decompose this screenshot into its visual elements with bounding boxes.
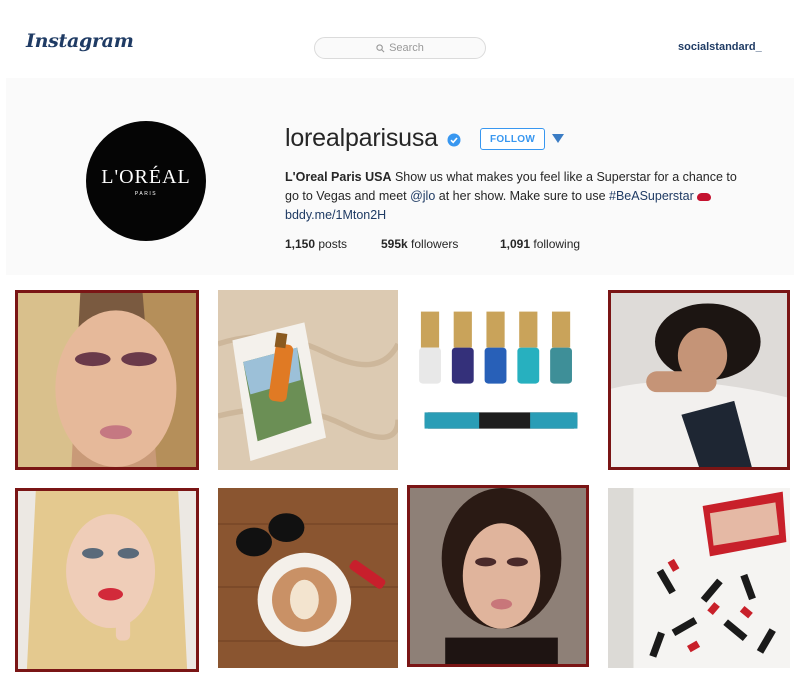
followers-count[interactable]: 595k followers	[381, 237, 458, 251]
bio-text-line2-mid: at her show. Make sure to use	[435, 189, 609, 203]
profile-avatar: L'ORÉAL PARIS	[86, 121, 206, 241]
search-placeholder: Search	[389, 42, 424, 54]
coffee-photo-icon	[218, 488, 398, 668]
top-navigation-bar: Instagram Search socialstandard_	[0, 0, 800, 78]
blanket-photo-icon	[611, 293, 787, 467]
bio-display-name: L'Oreal Paris USA	[285, 170, 392, 184]
post-thumbnail-6[interactable]	[218, 488, 398, 668]
post-thumbnail-5[interactable]	[15, 488, 199, 672]
posts-count: 1,150 posts	[285, 237, 348, 251]
portrait-photo-icon	[18, 491, 196, 669]
search-icon	[376, 43, 385, 52]
avatar-logo-subtext: PARIS	[134, 190, 158, 197]
profile-bio: L'Oreal Paris USA Show us what makes you…	[285, 168, 755, 225]
current-user-link[interactable]: socialstandard_	[678, 41, 762, 53]
avatar-logo-text: L'ORÉAL	[101, 165, 191, 188]
beach-photo-icon	[218, 290, 398, 470]
post-thumbnail-4[interactable]	[608, 290, 790, 470]
post-thumbnail-3[interactable]	[410, 290, 592, 470]
post-thumbnail-7[interactable]	[407, 485, 589, 667]
post-thumbnail-1[interactable]	[15, 290, 199, 470]
following-count[interactable]: 1,091 following	[500, 237, 580, 251]
follow-button[interactable]: FOLLOW	[480, 128, 545, 150]
bio-website-link[interactable]: bddy.me/1Mton2H	[285, 208, 386, 222]
bio-mention-link[interactable]: @jlo	[410, 189, 435, 203]
portrait-photo-icon	[18, 293, 196, 467]
chevron-down-icon[interactable]	[552, 134, 564, 143]
portrait-photo-icon	[410, 488, 586, 664]
bio-text-line1: Show us what makes you feel like a Super…	[391, 170, 737, 184]
post-thumbnail-8[interactable]	[608, 488, 790, 668]
lips-emoji-icon	[696, 192, 711, 201]
lipstick-photo-icon	[608, 488, 790, 668]
profile-username: lorealparisusa	[285, 124, 438, 152]
post-thumbnail-2[interactable]	[218, 290, 398, 470]
verified-badge-icon	[447, 133, 461, 147]
nail-polish-photo-icon	[410, 290, 592, 470]
bio-text-line2: go to Vegas and meet	[285, 189, 411, 203]
search-input[interactable]: Search	[314, 37, 486, 59]
instagram-logo[interactable]: Instagram	[26, 30, 134, 52]
bio-hashtag-link[interactable]: #BeASuperstar	[609, 189, 694, 203]
